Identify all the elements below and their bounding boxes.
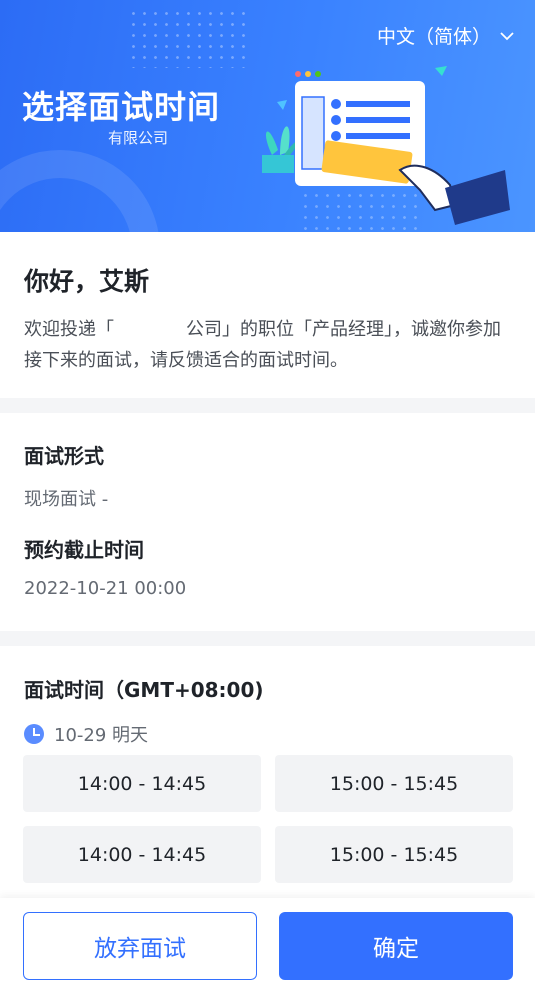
decline-interview-button[interactable]: 放弃面试 [23,912,257,980]
decor-dots [128,8,248,68]
time-slot[interactable]: 14:00 - 14:45 [23,755,261,812]
clock-icon [24,724,44,744]
language-label: 中文（简体） [376,26,491,48]
header-banner: 选择面试时间 有限公司 中文（简体） [0,0,535,232]
company-name: 有限公司 [108,129,169,147]
time-slot[interactable]: 14:00 - 14:45 [23,826,261,883]
page-title: 选择面试时间 [22,88,221,126]
invitation-message: 欢迎投递「 公司」的职位「产品经理」，诚邀你参加接下来的面试，请反馈适合的面试时… [24,319,501,371]
format-label: 面试形式 [24,444,104,468]
date-label: 10-29 明天 [54,725,149,746]
decor-circle [0,150,160,232]
deadline-value: 2022-10-21 00:00 [24,578,187,599]
footer-actions: 放弃面试 确定 [0,898,535,996]
chevron-down-icon [500,31,514,40]
language-selector[interactable]: 中文（简体） [377,22,515,49]
format-value: 现场面试 - [24,489,109,510]
calendar-illustration-icon [262,66,510,225]
time-slot[interactable]: 15:00 - 15:45 [275,826,513,883]
deadline-label: 预约截止时间 [24,538,144,562]
greeting-title: 你好，艾斯 [24,267,150,296]
time-slot[interactable]: 15:00 - 15:45 [275,755,513,812]
date-row: 10-29 明天 [24,721,148,747]
confirm-button[interactable]: 确定 [279,912,513,980]
schedule-title: 面试时间（GMT+08:00) [24,678,264,702]
